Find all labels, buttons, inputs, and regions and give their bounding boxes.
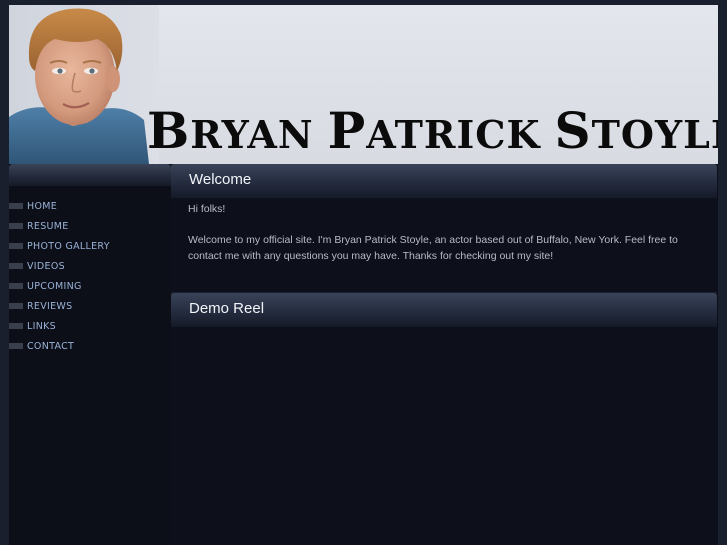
welcome-heading: Welcome (189, 171, 252, 188)
welcome-greeting: Hi folks! (188, 203, 226, 215)
nav-item-reviews[interactable]: REVIEWS (9, 296, 110, 316)
nav-item-videos[interactable]: VIDEOS (9, 256, 110, 276)
nav-item-home[interactable]: HOME (9, 196, 110, 216)
nav-bullet-icon (9, 303, 23, 309)
nav-item-contact[interactable]: CONTACT (9, 336, 110, 356)
demo-reel-heading: Demo Reel (189, 300, 265, 317)
welcome-text: Welcome to my official site. I'm Bryan P… (188, 234, 678, 262)
nav-label[interactable]: UPCOMING (27, 281, 82, 292)
title-word-3: STOYLE (554, 101, 718, 160)
nav-bullet-icon (9, 243, 23, 249)
nav-label[interactable]: VIDEOS (27, 261, 65, 272)
sidebar-header-bar (9, 164, 171, 186)
main-nav: HOME RESUME PHOTO GALLERY VIDEOS UPCOMIN… (9, 196, 110, 356)
demo-reel-panel-body (171, 327, 717, 545)
welcome-panel-body: Hi folks! Welcome to my official site. I… (171, 198, 717, 292)
nav-bullet-icon (9, 223, 23, 229)
profile-photo (9, 5, 159, 164)
nav-item-photo-gallery[interactable]: PHOTO GALLERY (9, 236, 110, 256)
nav-bullet-icon (9, 343, 23, 349)
title-word-1: BRYAN (147, 101, 314, 160)
nav-label[interactable]: LINKS (27, 321, 56, 332)
nav-label[interactable]: RESUME (27, 221, 69, 232)
demo-reel-panel-header: Demo Reel (171, 293, 717, 327)
nav-bullet-icon (9, 263, 23, 269)
nav-item-upcoming[interactable]: UPCOMING (9, 276, 110, 296)
site-title: BRYANPATRICKSTOYLE (147, 106, 718, 156)
nav-item-resume[interactable]: RESUME (9, 216, 110, 236)
nav-bullet-icon (9, 283, 23, 289)
nav-item-links[interactable]: LINKS (9, 316, 110, 336)
welcome-panel-header: Welcome (171, 164, 717, 198)
sidebar: HOME RESUME PHOTO GALLERY VIDEOS UPCOMIN… (9, 164, 172, 545)
nav-label[interactable]: CONTACT (27, 341, 74, 352)
nav-label[interactable]: REVIEWS (27, 301, 72, 312)
title-word-2: PATRICK (327, 101, 541, 160)
nav-label[interactable]: HOME (27, 201, 57, 212)
nav-bullet-icon (9, 323, 23, 329)
header-banner: BRYANPATRICKSTOYLE (9, 5, 718, 164)
page: BRYANPATRICKSTOYLE HOME RESUME PHOTO GAL… (9, 5, 718, 545)
nav-bullet-icon (9, 203, 23, 209)
nav-label[interactable]: PHOTO GALLERY (27, 241, 110, 252)
